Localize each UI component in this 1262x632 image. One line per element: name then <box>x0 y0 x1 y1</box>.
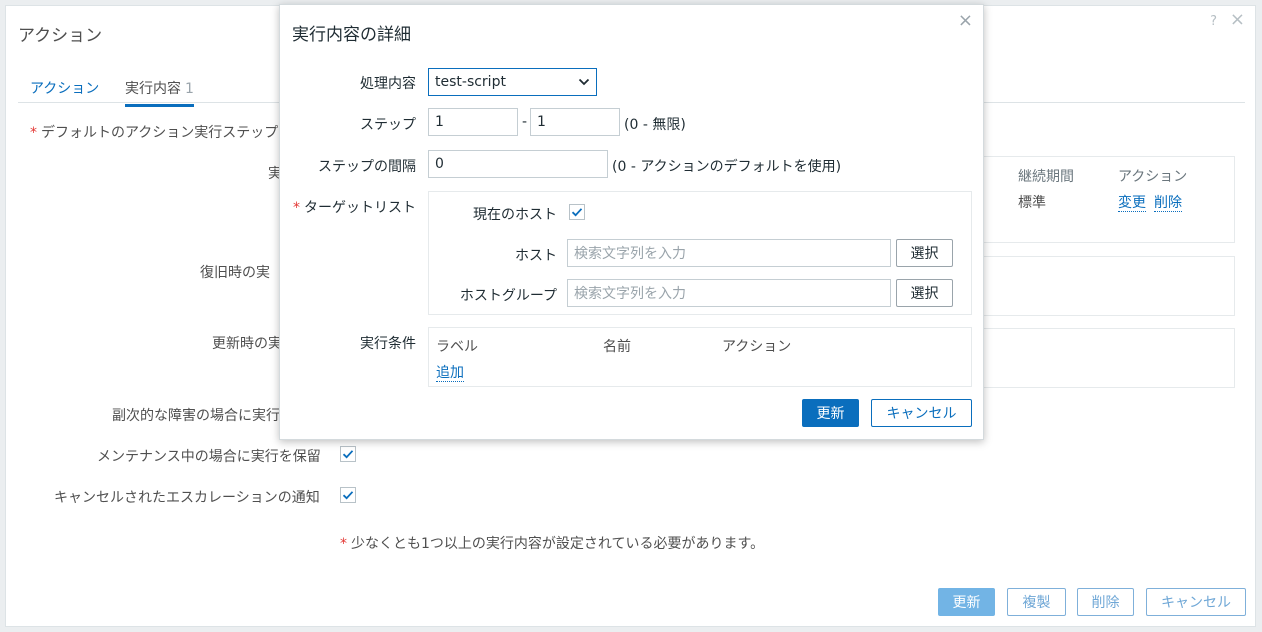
cond-col-name: 名前 <box>603 339 631 355</box>
operations-required-note: * 少なくとも1つ以上の実行内容が設定されている必要があります。 <box>340 536 765 552</box>
host-input[interactable]: 検索文字列を入力 <box>567 239 891 267</box>
operation-select-value: test-script <box>435 74 506 90</box>
step-from-input[interactable]: 1 <box>428 108 518 136</box>
duration-value: 標準 <box>1018 195 1046 211</box>
add-condition-link-text[interactable]: 追加 <box>436 365 464 382</box>
conditions-box: ラベル 名前 アクション 追加 <box>428 327 972 387</box>
step-to-input[interactable]: 1 <box>530 108 620 136</box>
note-text: 少なくとも1つ以上の実行内容が設定されている必要があります。 <box>351 536 765 552</box>
cancel-button[interactable]: キャンセル <box>1146 588 1246 616</box>
host-group-select-button[interactable]: 選択 <box>896 279 953 307</box>
check-icon <box>571 208 583 217</box>
step-hint: (0 - 無限) <box>624 117 686 133</box>
tab-operations-label: 実行内容 <box>125 81 181 97</box>
steps-label: ステップ <box>360 117 416 133</box>
target-list-label-text: ターゲットリスト <box>304 200 416 216</box>
host-label: ホスト <box>515 248 557 264</box>
notify-cancelled-checkbox[interactable] <box>340 487 356 503</box>
update-button[interactable]: 更新 <box>938 588 995 616</box>
tab-action[interactable]: アクション <box>30 78 99 98</box>
tab-operations[interactable]: 実行内容 1 <box>125 78 194 107</box>
delete-link[interactable]: 削除 <box>1154 192 1182 212</box>
maintenance-pause-checkbox[interactable] <box>340 446 356 462</box>
tab-operations-count: 1 <box>185 81 194 97</box>
step-interval-label: ステップの間隔 <box>318 159 416 175</box>
host-group-input[interactable]: 検索文字列を入力 <box>567 279 891 307</box>
chevron-down-icon <box>578 78 590 86</box>
secondary-problem-label: 副次的な障害の場合に実行 <box>112 408 280 424</box>
conditions-label: 実行条件 <box>360 336 416 352</box>
host-select-button[interactable]: 選択 <box>896 239 953 267</box>
col-duration: 継続期間 <box>1018 169 1074 185</box>
target-list-label: * ターゲットリスト <box>293 200 416 216</box>
modal-title: 実行内容の詳細 <box>292 25 411 45</box>
check-icon <box>342 450 354 459</box>
col-action: アクション <box>1118 169 1188 185</box>
default-step-label: * デフォルトのアクション実行ステップ <box>30 125 279 141</box>
step-interval-hint: (0 - アクションのデフォルトを使用) <box>612 159 842 175</box>
operation-label: 処理内容 <box>360 76 416 92</box>
target-list-box: 現在のホスト ホスト 検索文字列を入力 選択 ホストグループ 検索文字列を入力 … <box>428 191 972 315</box>
edit-link-text[interactable]: 変更 <box>1118 195 1146 212</box>
close-icon[interactable]: × <box>1230 9 1245 30</box>
current-host-label: 現在のホスト <box>473 207 557 223</box>
operation-details-modal: 実行内容の詳細 × 処理内容 test-script ステップ 1 - 1 (0… <box>279 4 984 440</box>
step-separator: - <box>522 114 528 130</box>
delete-link-text[interactable]: 削除 <box>1154 195 1182 212</box>
host-group-label: ホストグループ <box>459 288 557 304</box>
step-interval-input[interactable]: 0 <box>428 150 608 178</box>
edit-link[interactable]: 変更 <box>1118 192 1146 212</box>
default-step-label-text: デフォルトのアクション実行ステップ <box>41 125 279 141</box>
modal-update-button[interactable]: 更新 <box>802 399 859 427</box>
maintenance-pause-label: メンテナンス中の場合に実行を保留 <box>97 449 321 465</box>
current-host-checkbox[interactable] <box>569 204 585 220</box>
update-operations-label: 更新時の実 <box>212 336 282 352</box>
notify-cancelled-label: キャンセルされたエスカレーションの通知 <box>54 490 320 506</box>
dialog-title: アクション <box>18 26 103 46</box>
add-condition-link[interactable]: 追加 <box>436 362 464 382</box>
check-icon <box>342 491 354 500</box>
help-icon[interactable]: ? <box>1210 14 1217 29</box>
operation-select[interactable]: test-script <box>428 68 597 96</box>
modal-cancel-button[interactable]: キャンセル <box>871 399 972 427</box>
clone-button[interactable]: 複製 <box>1007 588 1066 616</box>
cond-col-label: ラベル <box>436 339 478 355</box>
cond-col-action: アクション <box>722 339 792 355</box>
recovery-operations-label: 復旧時の実 <box>200 265 270 281</box>
close-icon[interactable]: × <box>958 10 973 31</box>
delete-button[interactable]: 削除 <box>1077 588 1134 616</box>
